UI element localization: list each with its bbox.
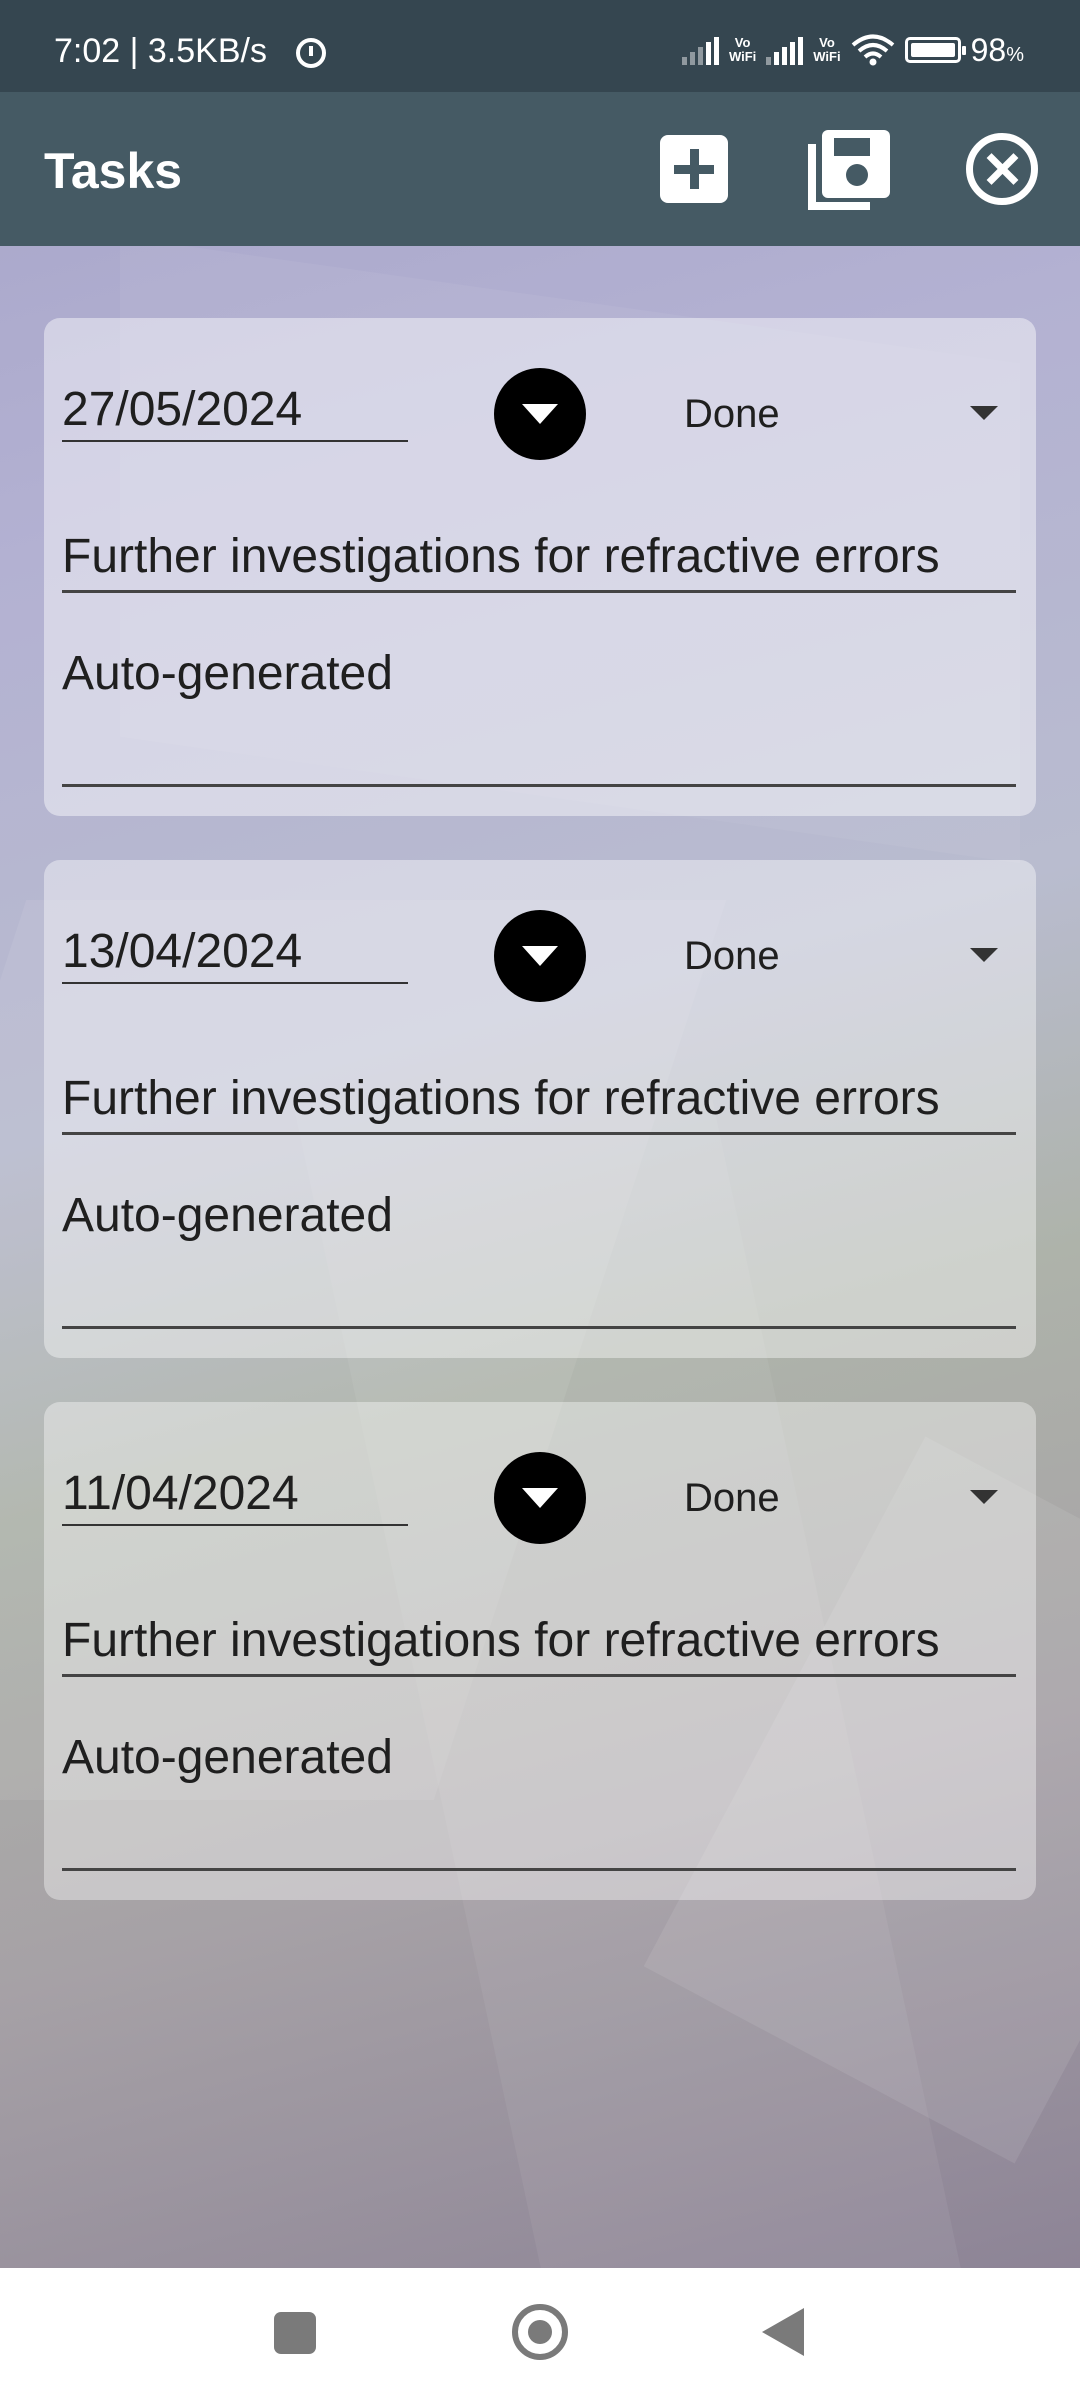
vowifi-icon: Vo WiFi [728,35,757,64]
chevron-down-icon [970,948,998,962]
save-button[interactable] [808,130,890,212]
signal-icon [766,35,804,65]
task-notes-field[interactable]: Auto-generated [62,1192,1016,1329]
date-picker-button[interactable] [494,368,586,460]
save-icon [822,130,890,198]
signal-icon [681,35,719,65]
battery-percentage: 98% [970,31,1024,68]
close-button[interactable] [966,133,1038,205]
task-card: 13/04/2024 Done Further investigations f… [44,860,1036,1358]
navigation-bar [0,2268,1080,2400]
status-select[interactable]: Done [684,390,1014,440]
recents-button[interactable] [274,2312,316,2354]
app-bar: Tasks [0,92,1080,246]
date-field[interactable]: 13/04/2024 [62,924,408,984]
task-card: 27/05/2024 Done Further investigations f… [44,318,1036,816]
status-icons: Vo WiFi Vo WiFi 98% [681,30,1024,70]
chevron-down-icon [970,406,998,420]
back-button[interactable] [762,2308,804,2356]
date-picker-button[interactable] [494,910,586,1002]
status-select[interactable]: Done [684,1474,1014,1524]
task-list: 27/05/2024 Done Further investigations f… [44,318,1036,1944]
status-bar: 7:02 | 3.5KB/s Vo WiFi Vo WiFi 98% [0,0,1080,92]
battery-icon [904,37,966,63]
status-value: Done [684,934,780,978]
status-value: Done [684,392,780,436]
vowifi-icon: Vo WiFi [813,35,841,64]
status-time: 7:02 | 3.5KB/s [54,32,267,70]
status-select[interactable]: Done [684,932,1014,982]
date-field[interactable]: 11/04/2024 [62,1466,408,1526]
task-title-field[interactable]: Further investigations for refractive er… [62,1610,1016,1677]
chevron-down-icon [970,1490,998,1504]
alarm-icon [296,38,326,68]
task-title-field[interactable]: Further investigations for refractive er… [62,526,1016,593]
status-value: Done [684,1476,780,1520]
home-button[interactable] [512,2304,568,2360]
date-field[interactable]: 27/05/2024 [62,382,408,442]
task-notes-field[interactable]: Auto-generated [62,1734,1016,1871]
task-notes-field[interactable]: Auto-generated [62,650,1016,787]
task-title-field[interactable]: Further investigations for refractive er… [62,1068,1016,1135]
page-title: Tasks [44,143,183,199]
task-card: 11/04/2024 Done Further investigations f… [44,1402,1036,1900]
wifi-icon [851,34,894,66]
date-picker-button[interactable] [494,1452,586,1544]
add-task-button[interactable] [660,135,728,203]
